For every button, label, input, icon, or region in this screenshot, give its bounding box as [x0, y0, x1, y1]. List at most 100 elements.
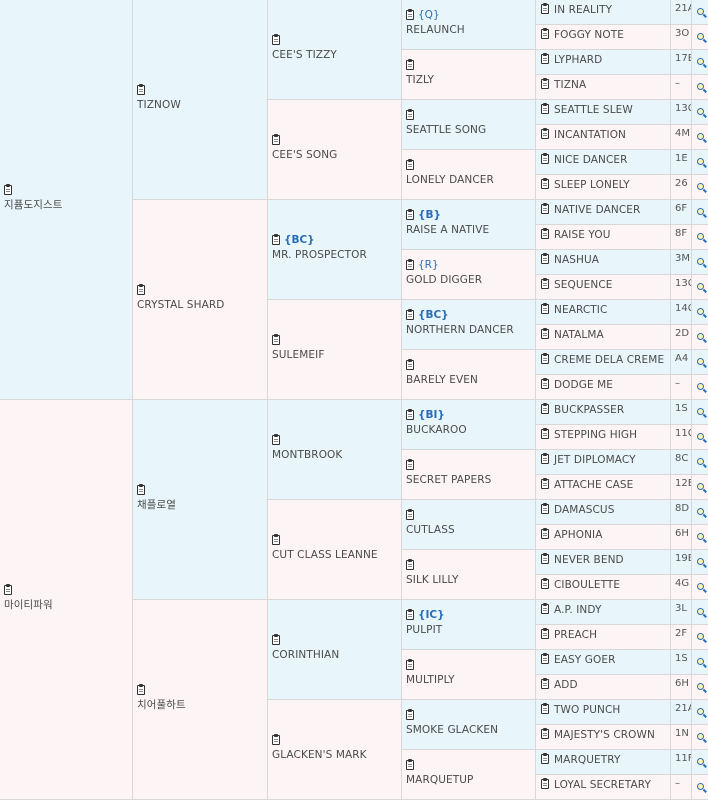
- clipboard-icon[interactable]: [541, 677, 549, 689]
- magnifier-icon[interactable]: [697, 408, 704, 415]
- gen3-cell[interactable]: SULEMEIF: [268, 300, 402, 400]
- clipboard-icon[interactable]: [406, 408, 414, 420]
- horse-name[interactable]: CREME DELA CREME: [554, 354, 664, 366]
- clipboard-icon[interactable]: [541, 302, 549, 314]
- gen5-cell[interactable]: SLEEP LONELY: [536, 175, 671, 200]
- clipboard-icon[interactable]: [541, 527, 549, 539]
- clipboard-icon[interactable]: [406, 508, 414, 520]
- clipboard-icon[interactable]: [541, 227, 549, 239]
- horse-name[interactable]: TIZLY: [406, 73, 434, 87]
- magnifier-icon[interactable]: [697, 233, 704, 240]
- clipboard-icon[interactable]: [272, 533, 280, 545]
- clipboard-icon[interactable]: [541, 27, 549, 39]
- horse-name[interactable]: CUTLASS: [406, 523, 455, 537]
- horse-name[interactable]: EASY GOER: [554, 654, 615, 666]
- magnifier-icon[interactable]: [697, 708, 704, 715]
- horse-name[interactable]: SILK LILLY: [406, 573, 459, 587]
- gen5-cell[interactable]: BUCKPASSER: [536, 400, 671, 425]
- clipboard-icon[interactable]: [137, 83, 145, 95]
- horse-name[interactable]: NORTHERN DANCER: [406, 323, 514, 337]
- clipboard-icon[interactable]: [137, 283, 145, 295]
- clipboard-icon[interactable]: [406, 758, 414, 770]
- gen5-cell[interactable]: MAJESTY'S CROWN: [536, 725, 671, 750]
- horse-name[interactable]: CEE'S TIZZY: [272, 48, 337, 62]
- gen4-cell[interactable]: TIZLY: [402, 50, 536, 100]
- gen1-cell[interactable]: 마이티파워: [0, 400, 133, 800]
- gen2-cell[interactable]: CRYSTAL SHARD: [133, 200, 268, 400]
- horse-name[interactable]: MULTIPLY: [406, 673, 455, 687]
- gen3-cell[interactable]: MONTBROOK: [268, 400, 402, 500]
- gen3-cell[interactable]: GLACKEN'S MARK: [268, 700, 402, 800]
- gen3-cell[interactable]: CEE'S SONG: [268, 100, 402, 200]
- horse-name[interactable]: CIBOULETTE: [554, 579, 620, 591]
- magnifier-icon[interactable]: [697, 583, 704, 590]
- clipboard-icon[interactable]: [541, 177, 549, 189]
- horse-name[interactable]: SEATTLE SONG: [406, 123, 486, 137]
- magnifier-icon[interactable]: [697, 358, 704, 365]
- gen3-cell[interactable]: {BC} MR. PROSPECTOR: [268, 200, 402, 300]
- clipboard-icon[interactable]: [406, 258, 414, 270]
- magnifier-icon[interactable]: [697, 633, 704, 640]
- gen5-cell[interactable]: NEARCTIC: [536, 300, 671, 325]
- gen5-cell[interactable]: CREME DELA CREME: [536, 350, 671, 375]
- gen4-cell[interactable]: {B} RAISE A NATIVE: [402, 200, 536, 250]
- clipboard-icon[interactable]: [541, 202, 549, 214]
- clipboard-icon[interactable]: [137, 683, 145, 695]
- gen5-cell[interactable]: SEQUENCE: [536, 275, 671, 300]
- magnifier-icon[interactable]: [697, 208, 704, 215]
- horse-name[interactable]: MARQUETRY: [554, 754, 620, 766]
- gen4-cell[interactable]: {IC} PULPIT: [402, 600, 536, 650]
- horse-name[interactable]: BUCKPASSER: [554, 404, 624, 416]
- gen3-cell[interactable]: CORINTHIAN: [268, 600, 402, 700]
- horse-name[interactable]: LYPHARD: [554, 54, 602, 66]
- magnifier-icon[interactable]: [697, 783, 704, 790]
- clipboard-icon[interactable]: [406, 158, 414, 170]
- gen5-cell[interactable]: A.P. INDY: [536, 600, 671, 625]
- gen1-cell[interactable]: 지퓸도지스트: [0, 0, 133, 400]
- horse-name[interactable]: BUCKAROO: [406, 423, 467, 437]
- gen4-cell[interactable]: SECRET PAPERS: [402, 450, 536, 500]
- gen4-cell[interactable]: MULTIPLY: [402, 650, 536, 700]
- magnifier-icon[interactable]: [697, 33, 704, 40]
- clipboard-icon[interactable]: [272, 333, 280, 345]
- horse-name[interactable]: CRYSTAL SHARD: [137, 298, 224, 312]
- horse-name[interactable]: ATTACHE CASE: [554, 479, 633, 491]
- horse-name[interactable]: MR. PROSPECTOR: [272, 248, 367, 262]
- clipboard-icon[interactable]: [406, 608, 414, 620]
- magnifier-icon[interactable]: [697, 608, 704, 615]
- horse-name[interactable]: RELAUNCH: [406, 23, 465, 37]
- clipboard-icon[interactable]: [406, 8, 414, 20]
- horse-name[interactable]: DAMASCUS: [554, 504, 614, 516]
- horse-name[interactable]: 마이티파워: [4, 598, 53, 612]
- gen5-cell[interactable]: DODGE ME: [536, 375, 671, 400]
- gen5-cell[interactable]: FOGGY NOTE: [536, 25, 671, 50]
- horse-name[interactable]: APHONIA: [554, 529, 603, 541]
- clipboard-icon[interactable]: [406, 308, 414, 320]
- gen5-cell[interactable]: EASY GOER: [536, 650, 671, 675]
- gen4-cell[interactable]: {BC} NORTHERN DANCER: [402, 300, 536, 350]
- horse-name[interactable]: JET DIPLOMACY: [554, 454, 636, 466]
- clipboard-icon[interactable]: [406, 208, 414, 220]
- clipboard-icon[interactable]: [541, 77, 549, 89]
- clipboard-icon[interactable]: [541, 402, 549, 414]
- clipboard-icon[interactable]: [406, 708, 414, 720]
- gen2-cell[interactable]: 채플로열: [133, 400, 268, 600]
- horse-name[interactable]: A.P. INDY: [554, 604, 601, 616]
- magnifier-icon[interactable]: [697, 508, 704, 515]
- gen4-cell[interactable]: {BI} BUCKAROO: [402, 400, 536, 450]
- gen5-cell[interactable]: JET DIPLOMACY: [536, 450, 671, 475]
- gen5-cell[interactable]: MARQUETRY: [536, 750, 671, 775]
- horse-name[interactable]: 치어풀하트: [137, 698, 186, 712]
- magnifier-icon[interactable]: [697, 58, 704, 65]
- horse-name[interactable]: RAISE YOU: [554, 229, 610, 241]
- gen2-cell[interactable]: TIZNOW: [133, 0, 268, 200]
- clipboard-icon[interactable]: [272, 433, 280, 445]
- magnifier-icon[interactable]: [697, 483, 704, 490]
- clipboard-icon[interactable]: [406, 108, 414, 120]
- clipboard-icon[interactable]: [541, 777, 549, 789]
- magnifier-icon[interactable]: [697, 83, 704, 90]
- horse-name[interactable]: MONTBROOK: [272, 448, 342, 462]
- clipboard-icon[interactable]: [406, 358, 414, 370]
- gen4-cell[interactable]: SMOKE GLACKEN: [402, 700, 536, 750]
- magnifier-icon[interactable]: [697, 533, 704, 540]
